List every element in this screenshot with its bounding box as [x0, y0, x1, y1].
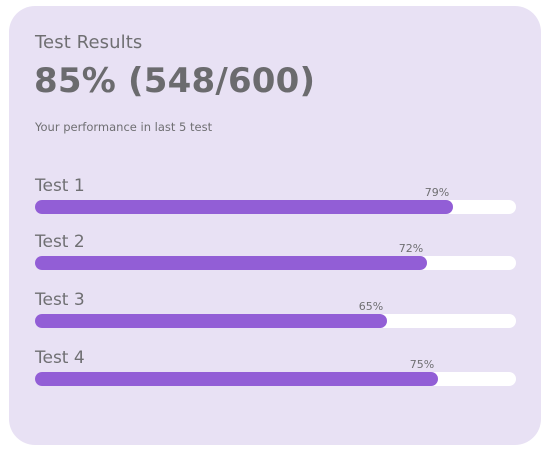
- test-label: Test 3: [35, 290, 85, 310]
- card-title: Test Results: [35, 32, 143, 53]
- progress-fill: [35, 372, 438, 386]
- test-label: Test 2: [35, 232, 85, 252]
- performance-subtitle: Your performance in last 5 test: [35, 120, 213, 134]
- test-percent: 65%: [358, 300, 384, 313]
- test-percent: 79%: [424, 186, 450, 199]
- progress-fill: [35, 256, 427, 270]
- test-row-2: Test 2 72%: [35, 232, 516, 276]
- progress-track: [35, 372, 516, 386]
- test-row-3: Test 3 65%: [35, 290, 516, 334]
- progress-track: [35, 256, 516, 270]
- progress-track: [35, 314, 516, 328]
- progress-fill: [35, 200, 453, 214]
- test-results-card: Test Results 85% (548/600) Your performa…: [9, 6, 541, 445]
- progress-track: [35, 200, 516, 214]
- test-row-4: Test 4 75%: [35, 348, 516, 392]
- overall-score: 85% (548/600): [34, 61, 316, 101]
- test-percent: 72%: [398, 242, 424, 255]
- test-row-1: Test 1 79%: [35, 176, 516, 220]
- progress-fill: [35, 314, 387, 328]
- test-label: Test 1: [35, 176, 85, 196]
- test-percent: 75%: [409, 358, 435, 371]
- test-label: Test 4: [35, 348, 85, 368]
